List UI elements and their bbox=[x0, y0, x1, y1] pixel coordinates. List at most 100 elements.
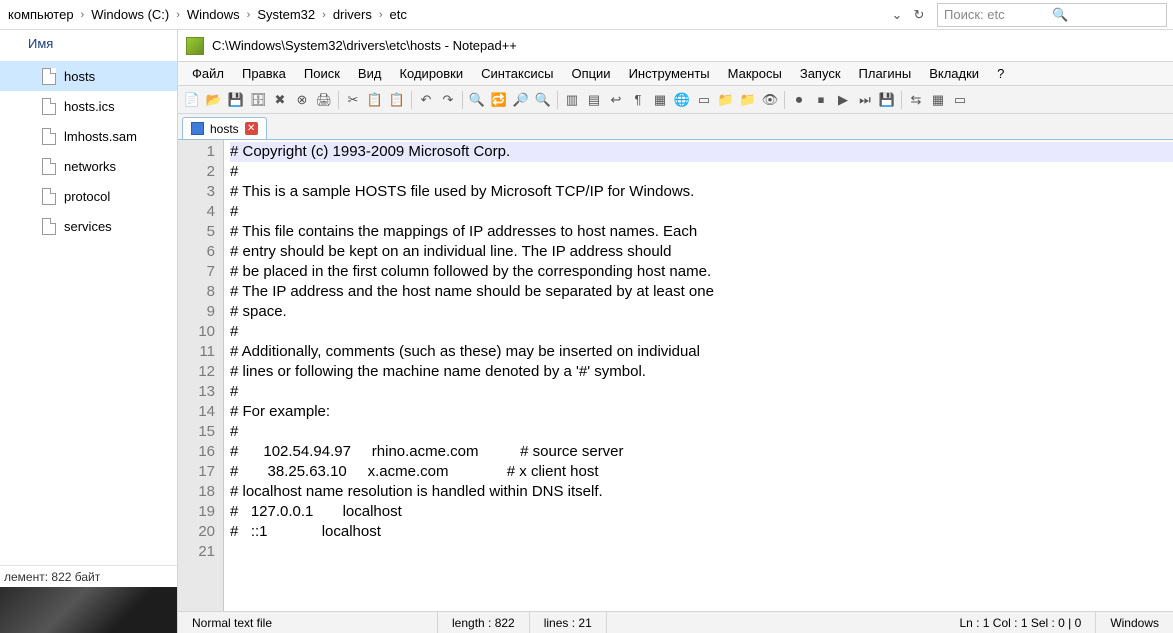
open-file-icon[interactable]: 📂 bbox=[204, 90, 224, 110]
menu-item[interactable]: Плагины bbox=[851, 64, 920, 83]
tab-hosts[interactable]: hosts ✕ bbox=[182, 117, 267, 139]
code-line[interactable]: # be placed in the first column followed… bbox=[230, 262, 1173, 282]
column-header-name[interactable]: Имя bbox=[0, 30, 177, 61]
code-line[interactable]: # This is a sample HOSTS file used by Mi… bbox=[230, 182, 1173, 202]
code-line[interactable]: # bbox=[230, 202, 1173, 222]
file-item[interactable]: hosts bbox=[0, 61, 177, 91]
breadcrumb[interactable]: компьютер›Windows (C:)›Windows›System32›… bbox=[0, 7, 883, 22]
indent-guide-icon[interactable]: ▦ bbox=[650, 90, 670, 110]
print-icon[interactable]: 🖨 bbox=[314, 90, 334, 110]
zoom-out-icon[interactable]: 🔍 bbox=[533, 90, 553, 110]
breadcrumb-segment[interactable]: System32 bbox=[253, 7, 319, 22]
search-icon[interactable]: 🔍 bbox=[1052, 7, 1160, 23]
compare-icon[interactable]: ⇆ bbox=[906, 90, 926, 110]
func-list-icon[interactable]: 📁 bbox=[716, 90, 736, 110]
code-area[interactable]: # Copyright (c) 1993-2009 Microsoft Corp… bbox=[224, 140, 1173, 564]
code-line[interactable]: # 38.25.63.10 x.acme.com # x client host bbox=[230, 462, 1173, 482]
play-multi-icon[interactable]: ⏭ bbox=[855, 90, 875, 110]
file-item[interactable]: protocol bbox=[0, 181, 177, 211]
play-macro-icon[interactable]: ▶ bbox=[833, 90, 853, 110]
replace-icon[interactable]: 🔁 bbox=[489, 90, 509, 110]
file-item[interactable]: networks bbox=[0, 151, 177, 181]
compare-nav-icon[interactable]: ▦ bbox=[928, 90, 948, 110]
code-line[interactable]: # For example: bbox=[230, 402, 1173, 422]
file-name: lmhosts.sam bbox=[64, 129, 137, 144]
code-line[interactable]: # bbox=[230, 422, 1173, 442]
close-file-icon[interactable]: ✖ bbox=[270, 90, 290, 110]
zoom-in-icon[interactable]: 🔎 bbox=[511, 90, 531, 110]
new-file-icon[interactable]: 📄 bbox=[182, 90, 202, 110]
menu-item[interactable]: Опции bbox=[563, 64, 618, 83]
breadcrumb-segment[interactable]: etc bbox=[386, 7, 411, 22]
sync-v-icon[interactable]: ▥ bbox=[562, 90, 582, 110]
menu-item[interactable]: Правка bbox=[234, 64, 294, 83]
wrap-icon[interactable]: ↩ bbox=[606, 90, 626, 110]
file-name: protocol bbox=[64, 189, 110, 204]
editor[interactable]: 123456789101112131415161718192021 # Copy… bbox=[178, 140, 1173, 611]
menu-item[interactable]: Инструменты bbox=[621, 64, 718, 83]
breadcrumb-segment[interactable]: Windows bbox=[183, 7, 244, 22]
copy-icon[interactable]: 📋 bbox=[365, 90, 385, 110]
breadcrumb-segment[interactable]: drivers bbox=[329, 7, 376, 22]
line-number: 1 bbox=[178, 142, 215, 162]
code-line[interactable]: # The IP address and the host name shoul… bbox=[230, 282, 1173, 302]
code-line[interactable]: # This file contains the mappings of IP … bbox=[230, 222, 1173, 242]
breadcrumb-segment[interactable]: Windows (C:) bbox=[87, 7, 173, 22]
show-all-chars-icon[interactable]: ¶ bbox=[628, 90, 648, 110]
find-icon[interactable]: 🔍 bbox=[467, 90, 487, 110]
file-item[interactable]: hosts.ics bbox=[0, 91, 177, 121]
file-item[interactable]: services bbox=[0, 211, 177, 241]
paste-icon[interactable]: 📋 bbox=[387, 90, 407, 110]
menu-item[interactable]: Вид bbox=[350, 64, 390, 83]
breadcrumb-segment[interactable]: компьютер bbox=[4, 7, 78, 22]
code-line[interactable]: # Copyright (c) 1993-2009 Microsoft Corp… bbox=[230, 142, 1173, 162]
code-line[interactable]: # localhost name resolution is handled w… bbox=[230, 482, 1173, 502]
code-line[interactable]: # Additionally, comments (such as these)… bbox=[230, 342, 1173, 362]
save-icon[interactable]: 💾 bbox=[226, 90, 246, 110]
window-titlebar[interactable]: C:\Windows\System32\drivers\etc\hosts - … bbox=[178, 30, 1173, 62]
undo-icon[interactable]: ↶ bbox=[416, 90, 436, 110]
line-number: 14 bbox=[178, 402, 215, 422]
menu-item[interactable]: Синтаксисы bbox=[473, 64, 561, 83]
history-dropdown-icon[interactable]: ⌄ bbox=[889, 7, 905, 23]
code-line[interactable]: # 102.54.94.97 rhino.acme.com # source s… bbox=[230, 442, 1173, 462]
lang-icon[interactable]: 🌐 bbox=[672, 90, 692, 110]
code-line[interactable] bbox=[230, 542, 1173, 562]
code-line[interactable]: # bbox=[230, 382, 1173, 402]
menu-item[interactable]: ? bbox=[989, 64, 1012, 83]
menu-item[interactable]: Запуск bbox=[792, 64, 849, 83]
refresh-icon[interactable]: ↻ bbox=[911, 7, 927, 23]
doc-map-icon[interactable]: ▭ bbox=[694, 90, 714, 110]
code-line[interactable]: # bbox=[230, 322, 1173, 342]
redo-icon[interactable]: ↷ bbox=[438, 90, 458, 110]
code-line[interactable]: # entry should be kept on an individual … bbox=[230, 242, 1173, 262]
menu-item[interactable]: Файл bbox=[184, 64, 232, 83]
line-number: 2 bbox=[178, 162, 215, 182]
code-line[interactable]: # lines or following the machine name de… bbox=[230, 362, 1173, 382]
menu-item[interactable]: Макросы bbox=[720, 64, 790, 83]
file-item[interactable]: lmhosts.sam bbox=[0, 121, 177, 151]
monitor-icon[interactable]: 👁 bbox=[760, 90, 780, 110]
compare-clear-icon[interactable]: ▭ bbox=[950, 90, 970, 110]
line-number: 3 bbox=[178, 182, 215, 202]
stop-macro-icon[interactable]: ⏹ bbox=[811, 90, 831, 110]
status-position: Ln : 1 Col : 1 Sel : 0 | 0 bbox=[945, 612, 1096, 633]
code-line[interactable]: # ::1 localhost bbox=[230, 522, 1173, 542]
folder-icon[interactable]: 📁 bbox=[738, 90, 758, 110]
status-bar: Normal text file length : 822 lines : 21… bbox=[178, 611, 1173, 633]
save-all-icon[interactable]: 🗄 bbox=[248, 90, 268, 110]
cut-icon[interactable]: ✂ bbox=[343, 90, 363, 110]
close-tab-icon[interactable]: ✕ bbox=[245, 122, 258, 135]
code-line[interactable]: # space. bbox=[230, 302, 1173, 322]
menu-item[interactable]: Поиск bbox=[296, 64, 348, 83]
menu-item[interactable]: Вкладки bbox=[921, 64, 987, 83]
code-line[interactable]: # 127.0.0.1 localhost bbox=[230, 502, 1173, 522]
document-icon bbox=[42, 68, 56, 85]
save-macro-icon[interactable]: 💾 bbox=[877, 90, 897, 110]
close-all-icon[interactable]: ⊗ bbox=[292, 90, 312, 110]
search-input[interactable]: Поиск: etc 🔍 bbox=[937, 3, 1167, 27]
code-line[interactable]: # bbox=[230, 162, 1173, 182]
menu-item[interactable]: Кодировки bbox=[391, 64, 471, 83]
record-macro-icon[interactable]: ⏺ bbox=[789, 90, 809, 110]
sync-h-icon[interactable]: ▤ bbox=[584, 90, 604, 110]
